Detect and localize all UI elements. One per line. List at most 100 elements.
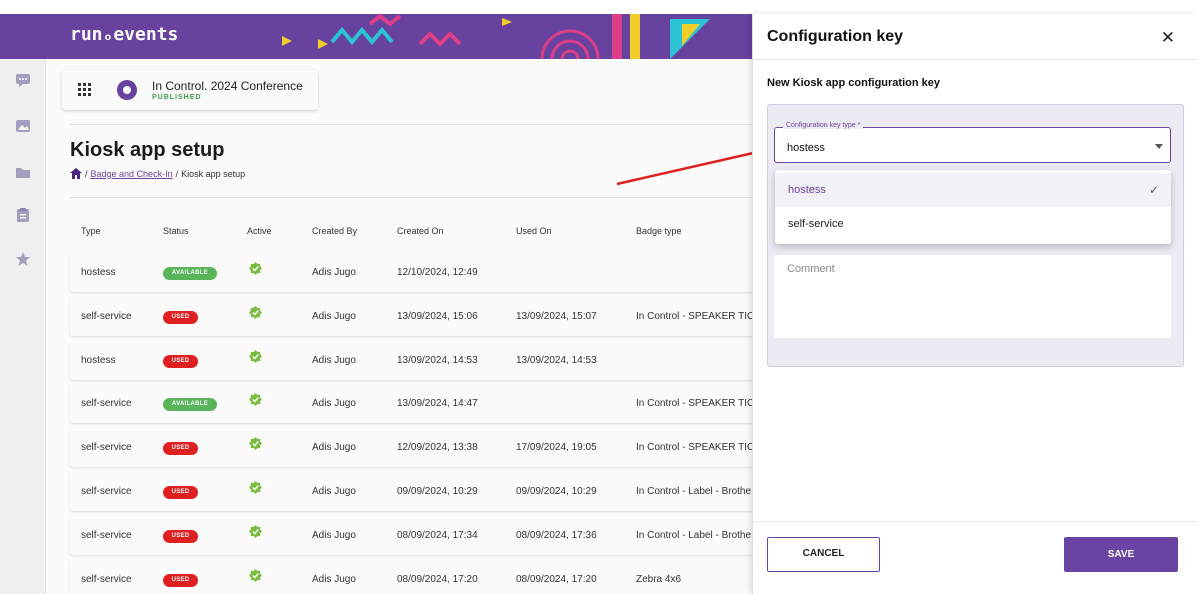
cell-badge-type: In Control - Label - Brothe <box>636 486 752 497</box>
column-header-used-on[interactable]: Used On <box>516 226 552 236</box>
active-check-icon <box>249 306 262 319</box>
configuration-key-type-select[interactable] <box>774 127 1171 163</box>
event-logo-icon <box>117 80 137 100</box>
cell-type: hostess <box>81 267 116 278</box>
cell-used-on: 13/09/2024, 14:53 <box>516 355 597 366</box>
configuration-key-drawer: Configuration key ✕ New Kiosk app config… <box>752 14 1197 594</box>
apps-grid-icon[interactable] <box>78 83 91 96</box>
check-icon: ✓ <box>1148 183 1159 197</box>
option-self-service[interactable]: self-service <box>775 207 1171 241</box>
cell-created-on: 13/09/2024, 15:06 <box>397 311 478 322</box>
option-label: self-service <box>788 218 844 230</box>
cell-created-on: 13/09/2024, 14:53 <box>397 355 478 366</box>
cell-used-on: 09/09/2024, 10:29 <box>516 486 597 497</box>
cell-type: self-service <box>81 398 132 409</box>
key-type-dropdown: hostess ✓ self-service <box>775 170 1171 244</box>
cell-created-on: 08/09/2024, 17:20 <box>397 574 478 585</box>
chat-icon[interactable] <box>15 72 31 88</box>
breadcrumb-separator: / <box>85 168 88 179</box>
breadcrumb: / Badge and Check-In / Kiosk app setup <box>70 168 245 179</box>
screen: runₒevents In Control. 2024 Conference P… <box>0 0 1197 594</box>
cell-type: self-service <box>81 530 132 541</box>
cell-created-by: Adis Jugo <box>312 355 356 366</box>
event-status-badge: PUBLISHED <box>152 94 202 101</box>
status-badge: USED <box>163 442 198 455</box>
column-header-status[interactable]: Status <box>163 226 189 236</box>
column-header-created-on[interactable]: Created On <box>397 226 444 236</box>
configuration-key-type-value[interactable]: hostess <box>787 142 825 154</box>
cell-created-on: 12/10/2024, 12:49 <box>397 267 478 278</box>
breadcrumb-current: Kiosk app setup <box>181 168 246 179</box>
cell-created-on: 12/09/2024, 13:38 <box>397 442 478 453</box>
status-badge: USED <box>163 311 198 324</box>
column-header-type[interactable]: Type <box>81 226 101 236</box>
home-icon[interactable] <box>70 168 82 179</box>
event-name: In Control. 2024 Conference <box>152 79 303 93</box>
comment-placeholder: Comment <box>787 263 835 275</box>
cell-badge-type: In Control - SPEAKER TICK <box>636 398 754 409</box>
column-header-created-by[interactable]: Created By <box>312 226 357 236</box>
cell-created-by: Adis Jugo <box>312 442 356 453</box>
sidebar <box>0 59 46 594</box>
cell-created-by: Adis Jugo <box>312 574 356 585</box>
caret-down-icon[interactable] <box>1155 144 1163 149</box>
status-badge: USED <box>163 355 198 368</box>
cell-created-on: 13/09/2024, 14:47 <box>397 398 478 409</box>
cell-badge-type: In Control - SPEAKER TICK <box>636 442 754 453</box>
status-badge: AVAILABLE <box>163 398 217 411</box>
cell-created-by: Adis Jugo <box>312 530 356 541</box>
header-bar: runₒevents <box>0 14 760 59</box>
active-check-icon <box>249 569 262 582</box>
cancel-button[interactable]: CANCEL <box>767 537 880 572</box>
section-title: New Kiosk app configuration key <box>767 77 940 89</box>
active-check-icon <box>249 481 262 494</box>
option-label: hostess <box>788 184 826 196</box>
status-badge: USED <box>163 574 198 587</box>
cell-used-on: 13/09/2024, 15:07 <box>516 311 597 322</box>
cell-used-on: 08/09/2024, 17:36 <box>516 530 597 541</box>
divider <box>70 197 760 198</box>
cell-created-by: Adis Jugo <box>312 486 356 497</box>
cell-badge-type: Zebra 4x6 <box>636 574 682 585</box>
star-icon[interactable] <box>15 251 31 267</box>
active-check-icon <box>249 525 262 538</box>
clipboard-icon[interactable] <box>15 207 31 223</box>
cell-type: hostess <box>81 355 116 366</box>
cell-type: self-service <box>81 311 132 322</box>
cell-created-by: Adis Jugo <box>312 398 356 409</box>
status-badge: AVAILABLE <box>163 267 217 280</box>
cell-badge-type: In Control - Label - Brothe <box>636 530 752 541</box>
cell-badge-type: In Control - SPEAKER TICK <box>636 311 754 322</box>
cell-created-on: 09/09/2024, 10:29 <box>397 486 478 497</box>
column-header-active[interactable]: Active <box>247 226 272 236</box>
status-badge: USED <box>163 530 198 543</box>
breadcrumb-link-badge-checkin[interactable]: Badge and Check-In <box>91 169 173 179</box>
active-check-icon <box>249 437 262 450</box>
divider <box>70 124 760 125</box>
header-decoration <box>282 14 710 59</box>
cell-created-by: Adis Jugo <box>312 267 356 278</box>
option-hostess[interactable]: hostess ✓ <box>775 173 1171 207</box>
cell-used-on: 08/09/2024, 17:20 <box>516 574 597 585</box>
breadcrumb-separator: / <box>175 168 179 179</box>
divider <box>753 59 1197 60</box>
page-title: Kiosk app setup <box>70 139 225 161</box>
cell-created-by: Adis Jugo <box>312 311 356 322</box>
active-check-icon <box>249 350 262 363</box>
close-icon[interactable]: ✕ <box>1161 28 1175 48</box>
divider <box>753 521 1197 522</box>
cell-used-on: 17/09/2024, 19:05 <box>516 442 597 453</box>
folder-icon[interactable] <box>15 164 31 180</box>
configuration-key-type-label: Configuration key type * <box>783 122 864 129</box>
active-check-icon <box>249 393 262 406</box>
cell-created-on: 08/09/2024, 17:34 <box>397 530 478 541</box>
save-button[interactable]: SAVE <box>1064 537 1178 572</box>
brand-logo[interactable]: runₒevents <box>70 24 178 45</box>
column-header-badge-type[interactable]: Badge type <box>636 226 682 236</box>
cell-type: self-service <box>81 574 132 585</box>
cell-type: self-service <box>81 486 132 497</box>
image-icon[interactable] <box>15 118 31 134</box>
cell-type: self-service <box>81 442 132 453</box>
status-badge: USED <box>163 486 198 499</box>
active-check-icon <box>249 262 262 275</box>
